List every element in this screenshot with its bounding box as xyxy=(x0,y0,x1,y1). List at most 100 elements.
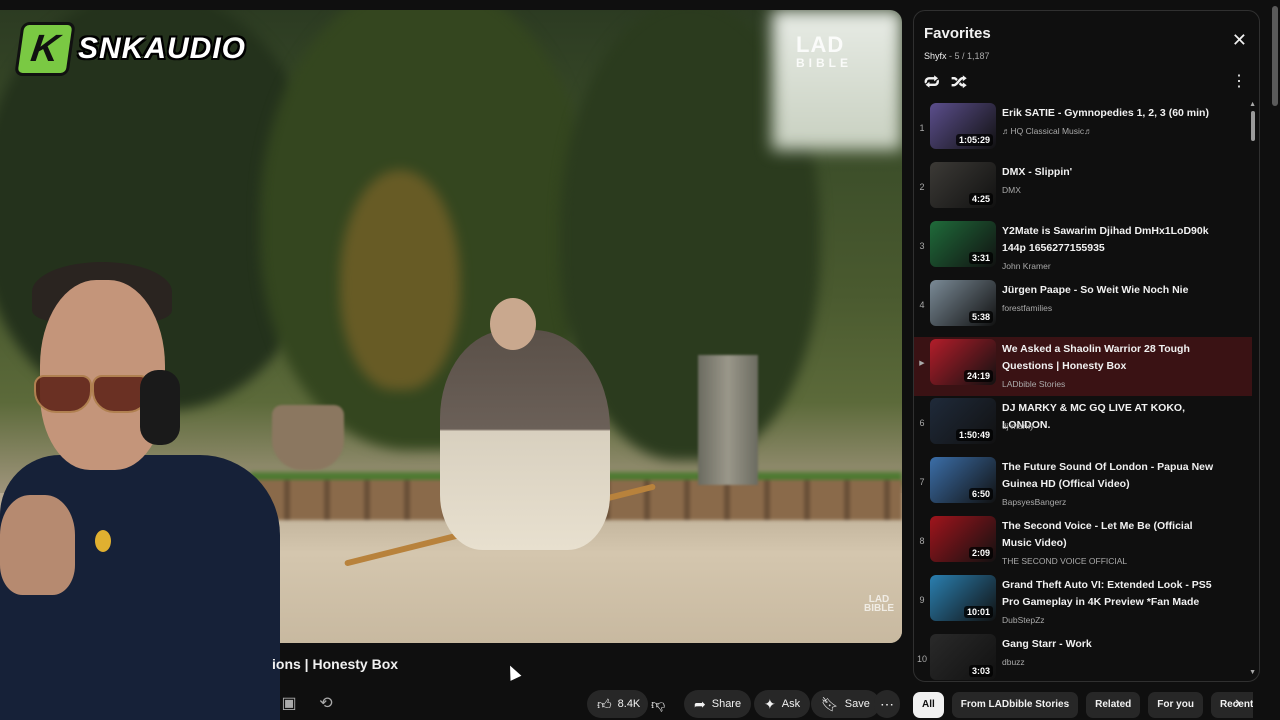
scroll-up-arrow[interactable]: ▲ xyxy=(1249,101,1256,108)
scene-post xyxy=(698,355,758,485)
playlist-item-channel: THE SECOND VOICE OFFICIAL xyxy=(1002,556,1128,566)
scene-tree xyxy=(340,170,460,390)
playlist-item[interactable]: 7 6:50 The Future Sound Of London - Papua … xyxy=(914,455,1252,514)
playlist-item-title[interactable]: Grand Theft Auto VI: Extended Look - PS5… xyxy=(1002,577,1222,611)
share-label: Share xyxy=(711,698,742,710)
playlist-item-title[interactable]: The Future Sound Of London - Papua New G… xyxy=(1002,459,1222,493)
loop-icon[interactable]: 🔁︎ xyxy=(924,71,940,94)
watermark-logo: LAD BIBLE xyxy=(796,32,852,71)
playlist-item-channel: ♬HQ Classical Music♬ xyxy=(1002,126,1093,136)
like-count: 8.4K xyxy=(617,698,641,710)
playlist-item-index: 1 xyxy=(919,123,925,133)
channel-logo: K SNKAUDIO xyxy=(14,20,246,78)
playlist-item-title[interactable]: DJ MARKY & MC GQ LIVE AT KOKO, LONDON. xyxy=(1002,400,1222,434)
save-label: Save xyxy=(844,698,870,710)
playlist-item-index: 6 xyxy=(919,418,925,428)
video-thumbnail[interactable]: 2:09 xyxy=(930,516,996,562)
filter-chip[interactable]: Recently up xyxy=(1210,692,1253,718)
playlist-item-index: 9 xyxy=(919,595,925,605)
video-thumbnail[interactable]: 5:38 xyxy=(930,280,996,326)
page-scrollbar[interactable] xyxy=(1272,6,1278,106)
playlist-position: - 5 / 1,187 xyxy=(946,51,990,61)
share-button[interactable]: ➦ Share xyxy=(684,690,752,718)
playlist-item[interactable]: 8 2:09 The Second Voice - Let Me Be (Offic… xyxy=(914,514,1252,573)
dislike-button[interactable]: 👎︎ xyxy=(651,690,665,718)
playlist-item[interactable]: ▶ 24:19 We Asked a Shaolin Warrior 28 Toug… xyxy=(914,337,1252,396)
video-thumbnail[interactable]: 10:01 xyxy=(930,575,996,621)
ask-label: Ask xyxy=(781,698,801,710)
duration-badge: 24:19 xyxy=(963,370,993,382)
playlist-title: Favorites xyxy=(924,25,991,42)
video-thumbnail[interactable]: 1:05:29 xyxy=(930,103,996,149)
filter-chip[interactable]: From LADbible Stories xyxy=(951,692,1079,718)
video-thumbnail[interactable]: 1:50:49 xyxy=(930,398,996,444)
duration-badge: 6:50 xyxy=(968,488,993,500)
bookmark-icon: 🔖︎ xyxy=(821,695,839,712)
playlist-scrollbar[interactable] xyxy=(1251,111,1255,141)
playlist-item[interactable]: 10 3:03 Gang Starr - Work dbuzz xyxy=(914,632,1252,681)
thumbs-down-icon: 👎︎ xyxy=(651,695,666,712)
video-thumbnail[interactable]: 6:50 xyxy=(930,457,996,503)
playlist-item[interactable]: 6 1:50:49 DJ MARKY & MC GQ LIVE AT KOKO, L… xyxy=(914,396,1252,455)
filter-chip[interactable]: For you xyxy=(1148,692,1203,718)
duration-badge: 1:50:49 xyxy=(955,429,993,441)
image-icon[interactable]: ▣ xyxy=(279,694,299,714)
duration-badge: 5:38 xyxy=(968,311,993,323)
video-thumbnail[interactable]: 24:19 xyxy=(930,339,996,385)
playlist-item[interactable]: 1 1:05:29 Erik SATIE - Gymnopedies 1, 2, 3… xyxy=(914,101,1252,160)
sparkle-icon: ✦ xyxy=(764,695,776,712)
duration-badge: 3:03 xyxy=(968,665,993,677)
thumbs-up-icon: 👍︎ xyxy=(597,695,612,712)
playlist-item[interactable]: 2 4:25 DMX - Slippin' DMX xyxy=(914,160,1252,219)
ask-button[interactable]: ✦ Ask xyxy=(754,690,811,718)
playlist-item-channel: BapsyesBangerz xyxy=(1002,497,1067,507)
playlist-panel: Favorites Shyfx - 5 / 1,187 ✕ 🔁︎ 🔀︎ ⋮ 11… xyxy=(913,10,1260,682)
scene-monk xyxy=(440,330,610,550)
playlist-item-title[interactable]: Erik SATIE - Gymnopedies 1, 2, 3 (60 min… xyxy=(1002,105,1222,122)
video-thumbnail[interactable]: 3:31 xyxy=(930,221,996,267)
video-title: ions | Honesty Box xyxy=(272,656,399,672)
playlist-item[interactable]: 9 10:01 Grand Theft Auto VI: Extended Look… xyxy=(914,573,1252,632)
playlist-item-index: 8 xyxy=(919,536,925,546)
shuffle-icon[interactable]: 🔀︎ xyxy=(951,71,967,94)
scroll-down-arrow[interactable]: ▼ xyxy=(1249,669,1256,676)
like-button[interactable]: 👍︎ 8.4K xyxy=(587,690,649,718)
playlist-item-title[interactable]: The Second Voice - Let Me Be (Official M… xyxy=(1002,518,1222,552)
play-indicator-icon: ▶ xyxy=(919,360,925,367)
video-thumbnail[interactable]: 4:25 xyxy=(930,162,996,208)
playlist-item-channel: dbuzz xyxy=(1002,657,1025,667)
filter-chip[interactable]: Related xyxy=(1086,692,1141,718)
playlist-item-title[interactable]: Y2Mate is Sawarim Djihad DmHx1LoD90k 144… xyxy=(1002,223,1222,257)
playlist-item-title[interactable]: Gang Starr - Work xyxy=(1002,636,1222,653)
playlist-item-title[interactable]: Jürgen Paape - So Weit Wie Noch Nie xyxy=(1002,282,1222,299)
duration-badge: 3:31 xyxy=(968,252,993,264)
playlist-item-index: 3 xyxy=(919,241,925,251)
close-icon[interactable]: ✕ xyxy=(1232,31,1247,49)
playlist-item[interactable]: 4 5:38 Jürgen Paape - So Weit Wie Noch Nie… xyxy=(914,278,1252,337)
repeat-icon[interactable]: ⟲ xyxy=(316,694,336,714)
chevron-right-icon[interactable]: › xyxy=(1235,694,1240,712)
more-actions-button[interactable]: ⋯ xyxy=(874,690,900,718)
scene-planter xyxy=(272,405,344,470)
streamer-badge xyxy=(95,530,111,552)
streamer-sunglasses xyxy=(28,375,150,413)
playlist-list: 1 1:05:29 Erik SATIE - Gymnopedies 1, 2, 3… xyxy=(914,101,1252,681)
playlist-item[interactable]: 3 3:31 Y2Mate is Sawarim Djihad DmHx1LoD90… xyxy=(914,219,1252,278)
save-button[interactable]: 🔖︎ Save xyxy=(811,690,880,718)
filter-chips: All From LADbible Stories Related For you Re… xyxy=(913,692,1253,718)
playlist-item-title[interactable]: We Asked a Shaolin Warrior 28 Tough Ques… xyxy=(1002,341,1222,375)
streamer-headset xyxy=(140,370,180,445)
playlist-item-index: 10 xyxy=(916,654,927,664)
channel-logo-mark: K xyxy=(14,22,76,76)
webcam-overlay xyxy=(0,260,280,720)
playlist-item-title[interactable]: DMX - Slippin' xyxy=(1002,164,1222,181)
video-thumbnail[interactable]: 3:03 xyxy=(930,634,996,680)
more-vert-icon[interactable]: ⋮ xyxy=(1231,71,1247,91)
duration-badge: 10:01 xyxy=(963,606,993,618)
filter-chip[interactable]: All xyxy=(913,692,944,718)
scene-sky xyxy=(772,10,902,150)
more-horiz-icon: ⋯ xyxy=(880,695,894,712)
playlist-subtitle: Shyfx - 5 / 1,187 xyxy=(924,51,990,61)
playlist-owner[interactable]: Shyfx xyxy=(924,51,947,61)
mouse-cursor xyxy=(504,663,522,681)
